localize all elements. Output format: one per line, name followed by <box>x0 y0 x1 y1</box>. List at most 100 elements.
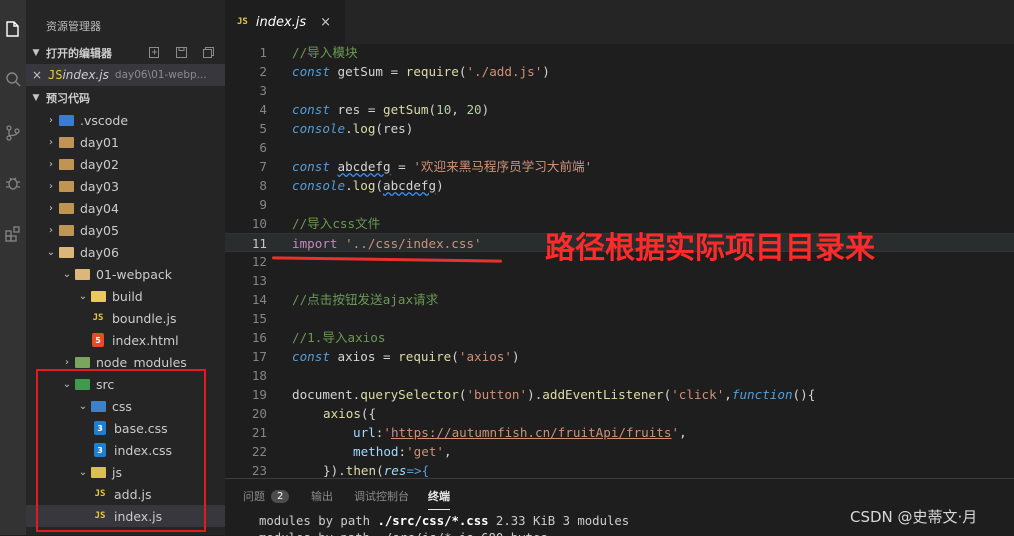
tree-item-day06[interactable]: ⌄ day06 <box>26 241 225 263</box>
close-all-icon[interactable] <box>202 46 215 59</box>
code-token: ' <box>671 425 680 440</box>
code-token: ( <box>375 178 384 193</box>
code-token: ) <box>436 178 444 193</box>
tree-item-01-webpack[interactable]: ⌄ 01-webpack <box>26 263 225 285</box>
code-line: 16 //1.导入axios <box>225 328 1014 347</box>
code-token: //1.导入axios <box>292 330 386 345</box>
code-token: const <box>292 349 330 364</box>
code-token: 10 <box>436 102 452 117</box>
code-line: 2 const getSum = require('./add.js') <box>225 62 1014 81</box>
terminal-text: 2.33 KiB 3 modules <box>488 514 630 528</box>
explorer-icon[interactable] <box>0 14 26 44</box>
code-link[interactable]: https://autumnfish.cn/fruitApi/fruits <box>391 425 672 440</box>
code-token: , <box>679 425 687 440</box>
close-icon[interactable]: × <box>32 68 46 82</box>
code-line: 19 document.querySelector('button').addEv… <box>225 385 1014 404</box>
new-untitled-file-icon[interactable] <box>148 46 161 59</box>
tree-item-day01[interactable]: › day01 <box>26 131 225 153</box>
search-icon[interactable] <box>0 64 26 94</box>
folder-open-icon <box>74 266 90 282</box>
tree-item-label: day03 <box>80 178 119 194</box>
code-token: ( <box>428 102 437 117</box>
tree-item-day02[interactable]: › day02 <box>26 153 225 175</box>
code-token: url <box>353 425 376 440</box>
code-token: method <box>353 444 399 459</box>
code-line: 21 url:'https://autumnfish.cn/fruitApi/fr… <box>225 423 1014 442</box>
code-token: . <box>345 121 353 136</box>
open-editor-item[interactable]: × JS index.js day06\01-webp... <box>26 64 225 86</box>
line-number: 2 <box>259 64 267 79</box>
code-line: 6 <box>225 138 1014 157</box>
code-token: , <box>724 387 732 402</box>
tab-terminal[interactable]: 终端 <box>428 488 450 510</box>
chevron-down-icon: ⌄ <box>62 268 72 280</box>
folder-icon <box>58 112 74 128</box>
tab-index-js[interactable]: JS index.js × <box>225 0 345 44</box>
line-number: 11 <box>251 236 267 251</box>
terminal-line: modules by path ./src/js/*.js 680 bytes <box>259 531 548 536</box>
open-editors-header[interactable]: ▼ 打开的编辑器 <box>26 43 225 63</box>
tree-item-index-html[interactable]: 5 index.html <box>26 329 225 351</box>
save-all-icon[interactable] <box>175 46 188 59</box>
close-icon[interactable]: × <box>320 15 331 30</box>
tree-item-label: day02 <box>80 156 119 172</box>
chevron-down-icon: ⌄ <box>46 246 56 258</box>
extensions-icon[interactable] <box>0 218 26 248</box>
project-header[interactable]: ▼ 预习代码 <box>26 88 225 108</box>
folder-icon <box>58 156 74 172</box>
tree-item-vscode[interactable]: › .vscode <box>26 109 225 131</box>
code-token: ({ <box>360 406 377 421</box>
code-token: , <box>451 102 467 117</box>
folder-build-icon <box>90 288 106 304</box>
code-line: 1 //导入模块 <box>225 43 1014 62</box>
activity-bar <box>0 0 26 535</box>
js-file-icon: JS <box>92 313 104 323</box>
chevron-right-icon: › <box>49 202 53 214</box>
code-token: : <box>398 444 407 459</box>
tab-debug-console[interactable]: 调试控制台 <box>354 488 409 504</box>
line-number: 5 <box>259 121 267 136</box>
terminal-text: modules by path <box>259 514 378 528</box>
chevron-right-icon: › <box>49 136 53 148</box>
code-token: = <box>390 159 414 174</box>
code-token: getSum <box>375 102 429 117</box>
code-token: ' <box>383 425 391 440</box>
line-number: 21 <box>251 425 267 440</box>
code-line: 13 <box>225 271 1014 290</box>
line-number: 7 <box>259 159 267 174</box>
tree-item-build[interactable]: ⌄ build <box>26 285 225 307</box>
code-line: 5 console.log(res) <box>225 119 1014 138</box>
tab-label: 输出 <box>311 490 333 503</box>
tree-item-boundle-js[interactable]: JS boundle.js <box>26 307 225 329</box>
code-token: const <box>292 102 330 117</box>
debug-icon[interactable] <box>0 168 26 198</box>
tab-problems[interactable]: 问题 2 <box>243 488 290 504</box>
open-editors-label: 打开的编辑器 <box>46 47 112 60</box>
project-label: 预习代码 <box>46 92 90 105</box>
code-token: abcdefg <box>337 159 391 174</box>
line-number: 17 <box>251 349 267 364</box>
tree-item-day03[interactable]: › day03 <box>26 175 225 197</box>
source-control-icon[interactable] <box>0 118 26 148</box>
tree-item-label: index.html <box>112 332 179 348</box>
tree-item-day04[interactable]: › day04 <box>26 197 225 219</box>
code-line: 4 const res = getSum(10, 20) <box>225 100 1014 119</box>
open-editor-name: index.js <box>62 68 109 82</box>
line-number: 3 <box>259 83 267 98</box>
tree-item-day05[interactable]: › day05 <box>26 219 225 241</box>
code-token: './add.js' <box>466 64 543 79</box>
code-token: ( <box>451 349 459 364</box>
tab-output[interactable]: 输出 <box>311 488 333 504</box>
code-token: res <box>383 463 407 478</box>
code-token: '../css/index.css' <box>337 236 482 251</box>
line-number: 8 <box>259 178 267 193</box>
code-token: 'get' <box>406 444 445 459</box>
line-number: 20 <box>251 406 267 421</box>
html-file-icon: 5 <box>92 333 104 347</box>
code-token: then <box>345 463 377 478</box>
code-token: '欢迎来黑马程序员学习大前端' <box>413 159 593 174</box>
chevron-right-icon: › <box>49 158 53 170</box>
chevron-down-icon: ⌄ <box>78 290 88 302</box>
code-token: document <box>292 387 353 402</box>
code-token: (){ <box>792 387 816 402</box>
